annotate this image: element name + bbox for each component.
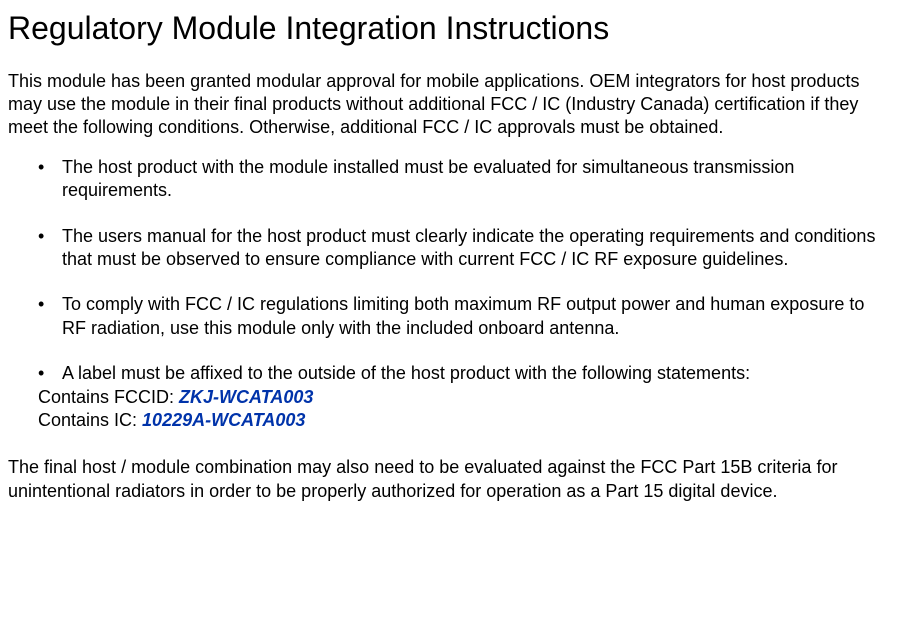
ic-line: Contains IC: 10229A-WCATA003 [38,409,891,432]
list-item: A label must be affixed to the outside o… [38,362,891,385]
page-title: Regulatory Module Integration Instructio… [8,8,891,50]
intro-paragraph: This module has been granted modular app… [8,70,891,140]
list-item: The host product with the module install… [38,156,891,203]
ic-value: 10229A-WCATA003 [142,410,305,430]
ic-prefix: Contains IC: [38,410,142,430]
final-paragraph: The final host / module combination may … [8,456,891,503]
list-item: The users manual for the host product mu… [38,225,891,272]
label-statements: Contains FCCID: ZKJ-WCATA003 Contains IC… [8,386,891,433]
fccid-line: Contains FCCID: ZKJ-WCATA003 [38,386,891,409]
fccid-value: ZKJ-WCATA003 [179,387,313,407]
conditions-list: The host product with the module install… [8,156,891,386]
list-item: To comply with FCC / IC regulations limi… [38,293,891,340]
fccid-prefix: Contains FCCID: [38,387,179,407]
